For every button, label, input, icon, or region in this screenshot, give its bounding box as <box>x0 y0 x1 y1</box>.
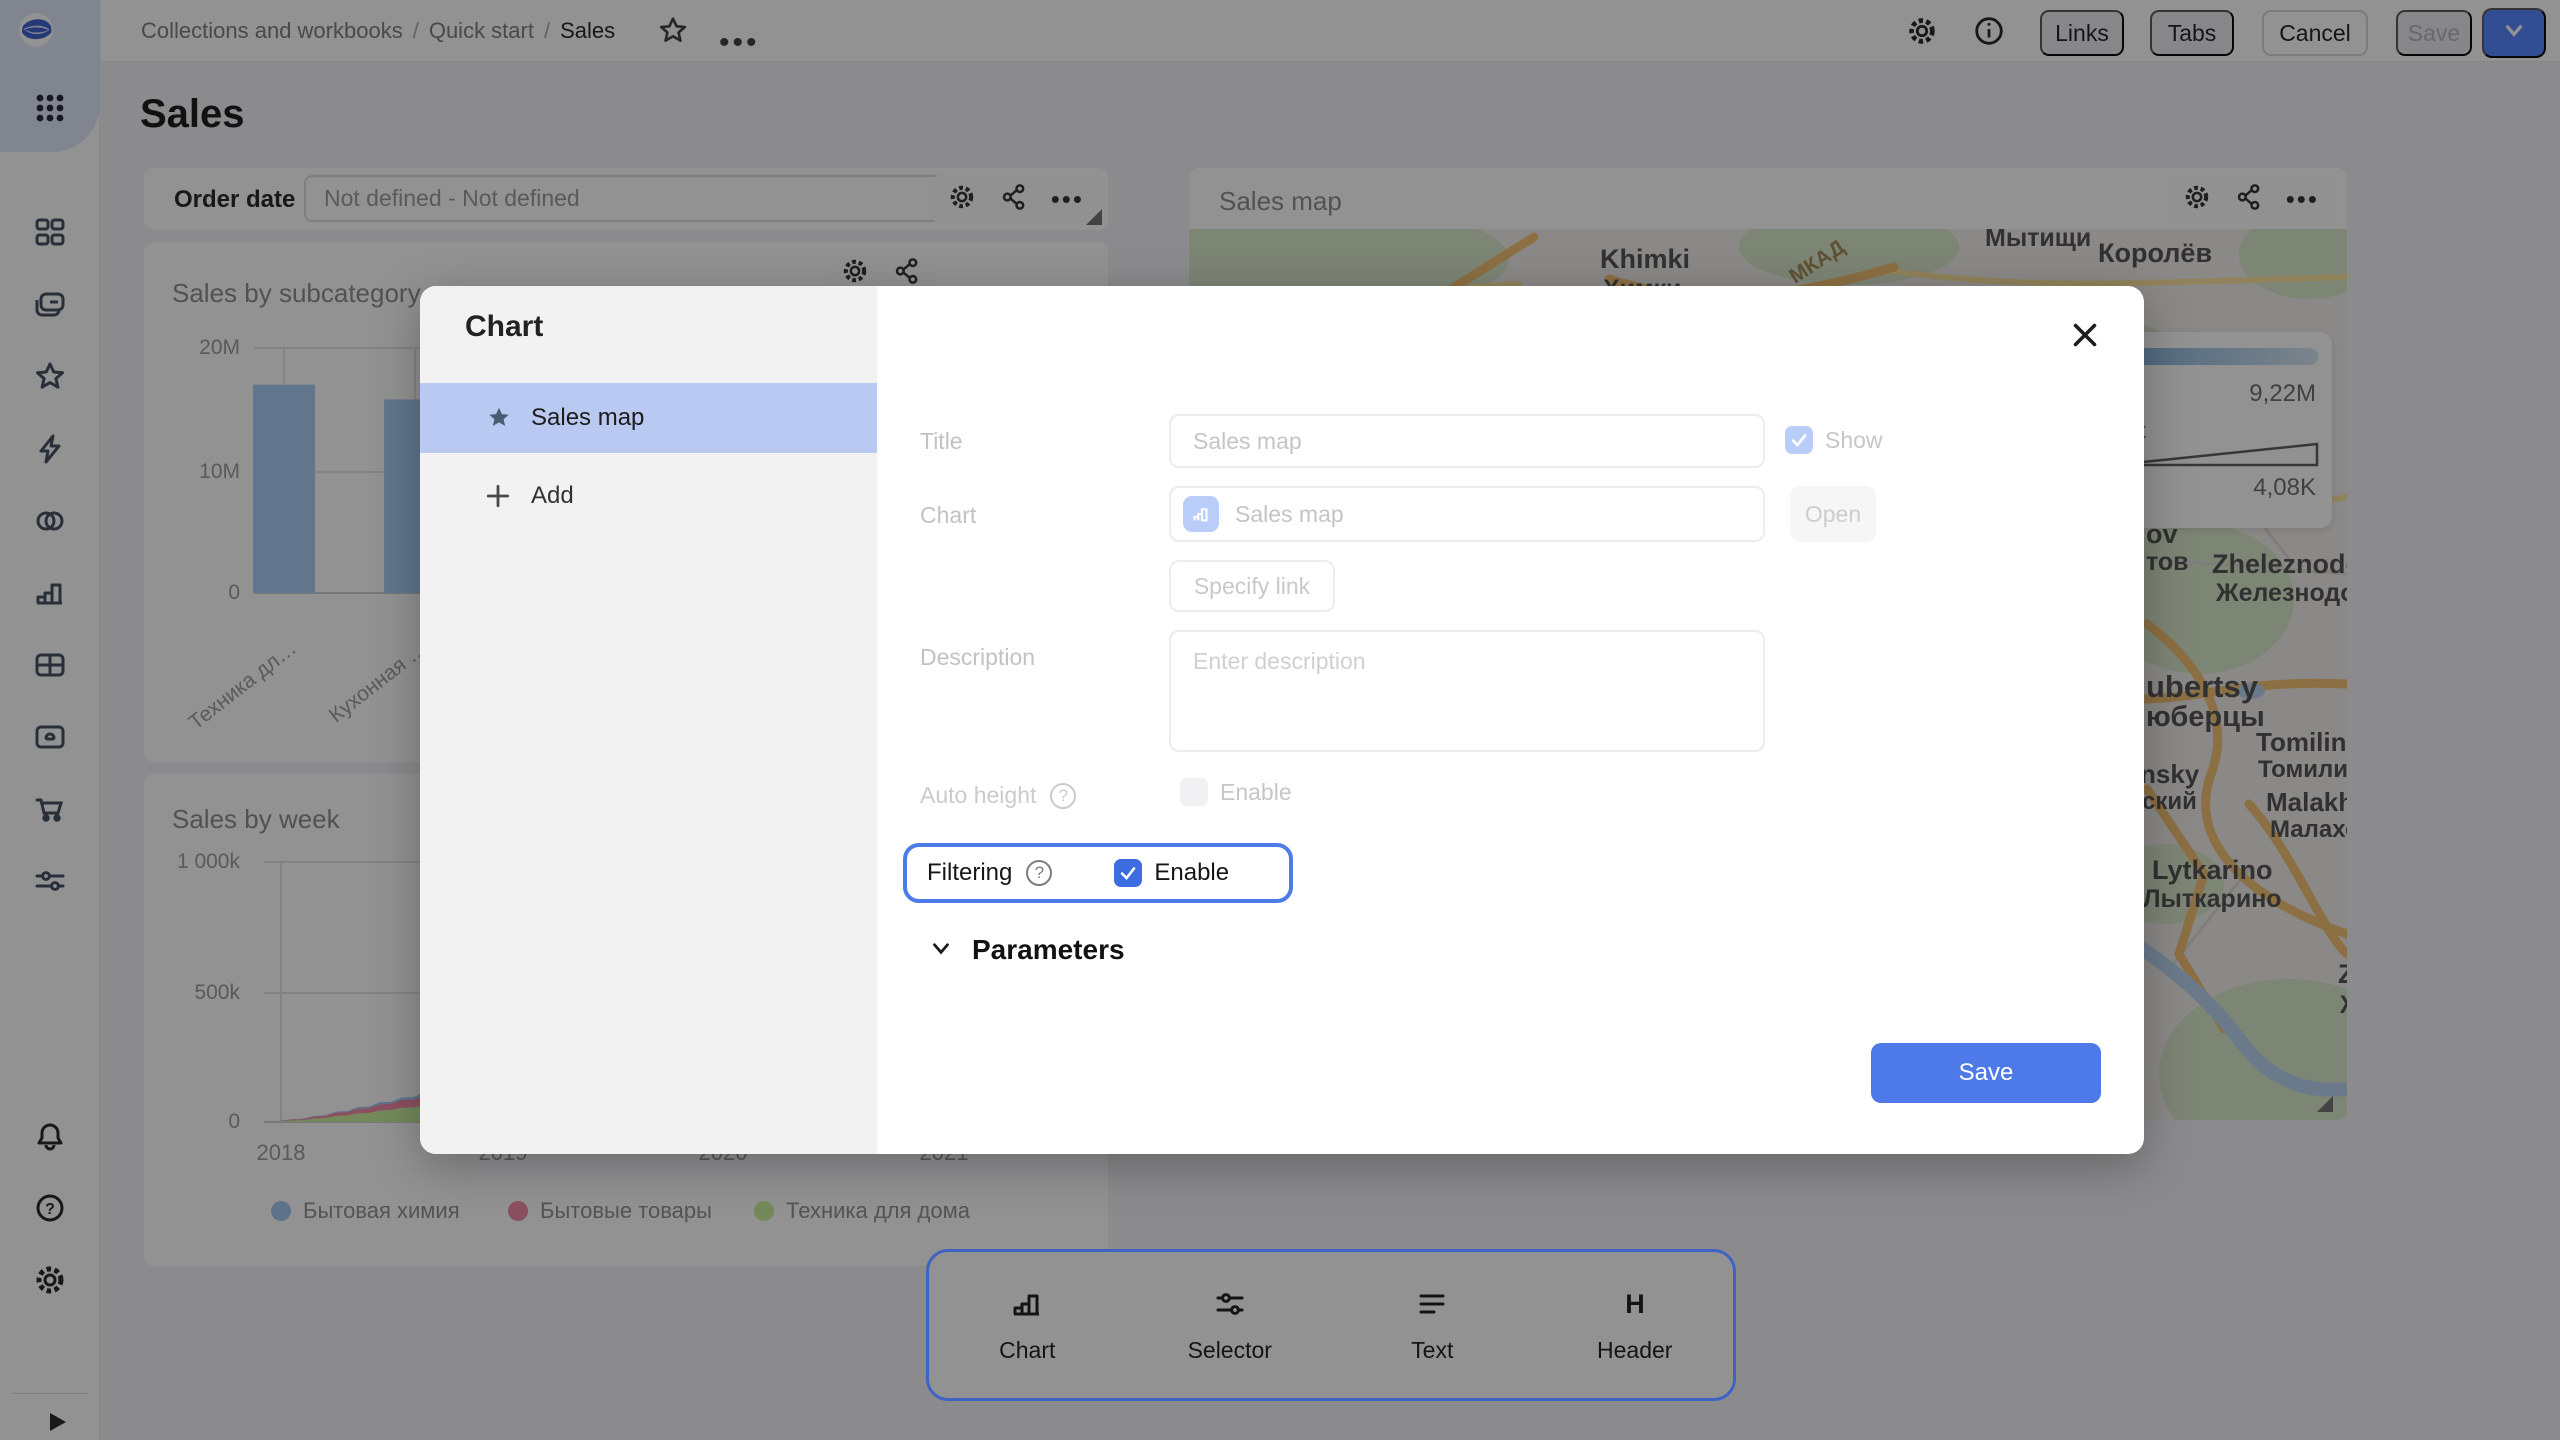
auto-height-label: Auto height <box>920 782 1036 809</box>
enable-label: Enable <box>1220 779 1292 806</box>
checkbox-unchecked-disabled[interactable] <box>1180 778 1208 806</box>
auto-height-label-row: Auto height ? <box>920 782 1076 809</box>
filtering-label: Filtering <box>927 859 1012 887</box>
parameters-section-toggle[interactable]: Parameters <box>928 934 1125 966</box>
close-icon[interactable] <box>2066 316 2104 354</box>
title-value: Sales map <box>1193 428 1302 455</box>
chart-type-icon <box>1183 496 1219 532</box>
parameters-label: Parameters <box>972 934 1125 966</box>
star-filled-icon[interactable] <box>485 404 513 432</box>
chart-list-item-selected[interactable]: Sales map <box>420 383 877 453</box>
chevron-down-icon <box>928 935 954 966</box>
add-chart-button[interactable]: Add <box>420 466 877 526</box>
chart-item-label: Sales map <box>531 404 644 432</box>
title-input[interactable]: Sales map <box>1169 414 1765 468</box>
add-label: Add <box>531 482 574 510</box>
show-label: Show <box>1825 427 1883 454</box>
help-circle-icon[interactable]: ? <box>1026 860 1052 886</box>
toolbar-highlight-ring <box>926 1249 1736 1401</box>
description-textarea[interactable]: Enter description <box>1169 630 1765 752</box>
chart-value: Sales map <box>1235 501 1344 528</box>
filtering-enable-label: Enable <box>1154 859 1229 887</box>
show-title-checkbox-row[interactable]: Show <box>1785 426 1883 454</box>
description-placeholder: Enter description <box>1193 648 1366 674</box>
plus-icon <box>485 483 511 509</box>
help-circle-icon[interactable]: ? <box>1050 783 1076 809</box>
auto-height-checkbox-row[interactable]: Enable <box>1180 778 1292 806</box>
specify-link-button[interactable]: Specify link <box>1169 560 1335 612</box>
dialog-save-button[interactable]: Save <box>1871 1043 2101 1103</box>
chart-field-label: Chart <box>920 502 976 529</box>
chart-select-input[interactable]: Sales map <box>1169 486 1765 542</box>
chart-settings-dialog: Chart Sales map Add Title Sales map Show… <box>420 286 2144 1154</box>
checkbox-checked-disabled[interactable] <box>1785 426 1813 454</box>
open-chart-button[interactable]: Open <box>1790 486 1876 542</box>
dialog-title: Chart <box>465 310 543 344</box>
title-field-label: Title <box>920 428 963 455</box>
filtering-highlight-ring: Filtering ? Enable <box>903 843 1293 903</box>
filtering-enable-checkbox[interactable] <box>1114 859 1142 887</box>
app-canvas: ? Collections and workbooks / Quick star… <box>0 0 2560 1440</box>
description-field-label: Description <box>920 644 1035 671</box>
dialog-chart-list-panel: Chart Sales map Add <box>420 286 877 1154</box>
